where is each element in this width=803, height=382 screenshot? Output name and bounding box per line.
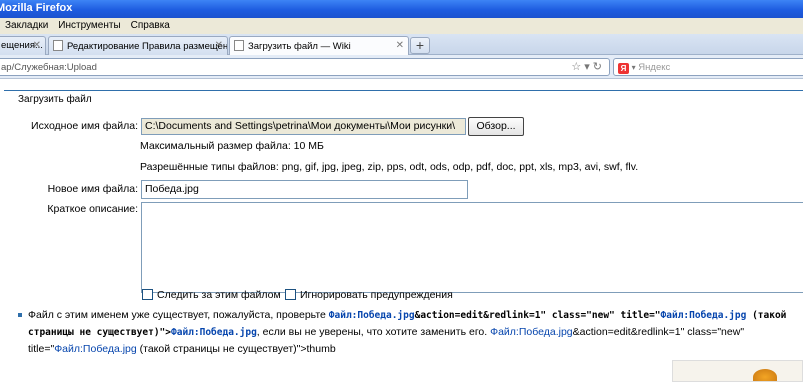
reload-icon[interactable]: ↻ <box>593 61 605 73</box>
watch-file-checkbox[interactable] <box>142 289 153 300</box>
menu-bar: Закладки Инструменты Справка <box>0 18 803 34</box>
page-content: Загрузить файл Исходное имя файла: C:\Do… <box>0 80 803 382</box>
file-link[interactable]: Файл:Победа.jpg <box>54 343 137 355</box>
new-file-name-label: Новое имя файла: <box>47 183 138 195</box>
allowed-types-text: Разрешённые типы файлов: png, gif, jpg, … <box>140 161 639 173</box>
tab-previous[interactable]: ещения... ✕ <box>0 36 46 55</box>
description-label: Краткое описание: <box>47 203 138 215</box>
browse-button[interactable]: Обзор... <box>468 117 524 136</box>
url-bar[interactable]: ар/Служебная:Upload ☆▾↻ <box>0 58 610 76</box>
close-icon[interactable]: ✕ <box>33 40 41 51</box>
search-placeholder: Яндекс <box>638 62 671 73</box>
dropdown-arrow-icon[interactable]: ▾ <box>584 61 593 73</box>
bullet-icon <box>18 313 22 317</box>
tab-upload-file[interactable]: Загрузить файл — Wiki ✕ <box>229 36 409 56</box>
file-link[interactable]: Файл:Победа.jpg <box>171 327 257 338</box>
watch-file-label: Следить за этим файлом <box>157 289 281 301</box>
page-icon <box>234 40 244 51</box>
source-file-label: Исходное имя файла: <box>31 120 138 132</box>
upload-fieldset: Загрузить файл Исходное имя файла: C:\Do… <box>4 90 803 293</box>
ignore-warnings-label: Игнорировать предупреждения <box>300 289 453 301</box>
file-link[interactable]: Файл:Победа.jpg <box>490 326 573 338</box>
close-icon[interactable]: ✕ <box>215 40 223 51</box>
page-icon <box>53 40 63 51</box>
search-engine-dropdown-icon[interactable]: ▾ <box>632 63 636 72</box>
search-bar[interactable]: Я ▾ Яндекс <box>613 58 803 76</box>
window-title: Mozilla Firefox <box>0 2 73 14</box>
source-file-field[interactable]: C:\Documents and Settings\petrina\Мои до… <box>141 118 466 135</box>
menu-help[interactable]: Справка <box>126 18 175 34</box>
close-icon[interactable]: ✕ <box>396 40 404 51</box>
description-textarea[interactable] <box>141 202 803 293</box>
thumbnail-image <box>672 360 803 382</box>
tab-strip: ещения... ✕ Редактирование Правила разме… <box>0 34 803 56</box>
max-size-text: Максимальный размер файла: 10 МБ <box>140 140 324 152</box>
ignore-warnings-checkbox[interactable] <box>285 289 296 300</box>
fieldset-legend: Загрузить файл <box>15 94 95 105</box>
file-link[interactable]: Файл:Победа.jpg <box>661 310 747 321</box>
tab-edit-rules[interactable]: Редактирование Правила размещения... ✕ <box>48 36 228 55</box>
new-file-name-input[interactable]: Победа.jpg <box>141 180 468 199</box>
url-text: ар/Служебная:Upload <box>1 62 97 73</box>
yandex-icon[interactable]: Я <box>618 63 629 74</box>
navigation-bar: ар/Служебная:Upload ☆▾↻ Я ▾ Яндекс <box>0 55 803 79</box>
plus-icon: + <box>415 37 425 53</box>
menu-bookmarks[interactable]: Закладки <box>0 18 53 34</box>
file-exists-warning: Файл с этим именем уже существует, пожал… <box>14 307 803 357</box>
menu-tools[interactable]: Инструменты <box>53 18 125 34</box>
star-icon[interactable]: ☆ <box>571 61 584 73</box>
file-link[interactable]: Файл:Победа.jpg <box>329 310 415 321</box>
new-tab-button[interactable]: + <box>410 37 430 54</box>
window-titlebar: Mozilla Firefox <box>0 0 803 18</box>
